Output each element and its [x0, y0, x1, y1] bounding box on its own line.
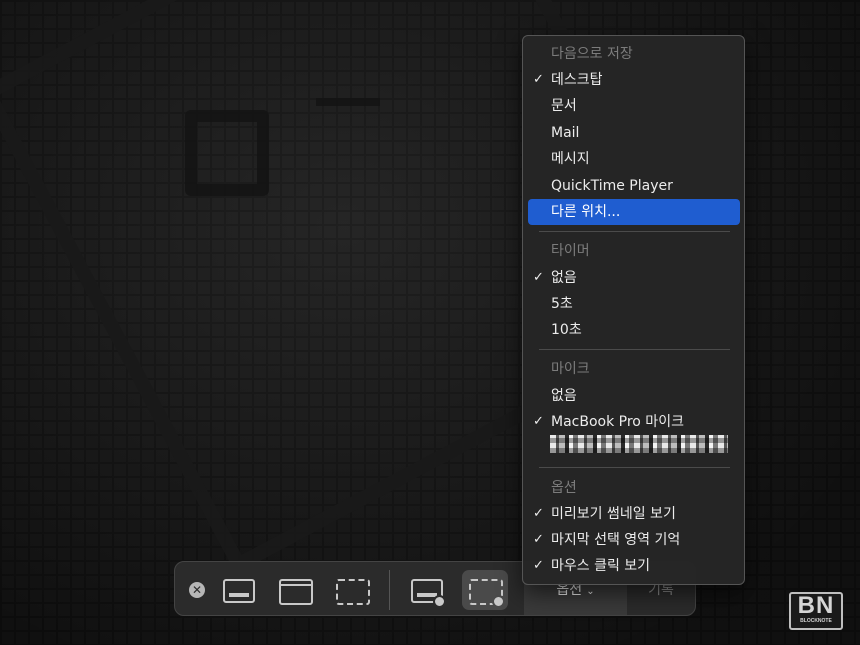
menu-item-remember-selection[interactable]: ✓ 마지막 선택 영역 기억	[528, 527, 740, 553]
record-dot-icon	[492, 595, 505, 608]
menu-header-options: 옵션	[551, 480, 577, 496]
menu-item-label: 미리보기 썸네일 보기	[551, 506, 676, 522]
checkmark-icon: ✓	[533, 506, 544, 521]
menu-item-timer-5s[interactable]: 5초	[528, 291, 740, 317]
chevron-down-icon: ⌄	[586, 586, 595, 597]
menu-divider	[539, 231, 730, 232]
screen-capture-icon	[223, 579, 255, 603]
menu-item-label: 문서	[551, 98, 577, 114]
blocknote-logo: BN BLOCKNOTE	[789, 592, 843, 630]
checkmark-icon: ✓	[533, 532, 544, 547]
options-menu: 다음으로 저장 ✓ 데스크탑 문서 Mail 메시지 QuickTime Pla…	[522, 35, 745, 585]
checkmark-icon: ✓	[533, 270, 544, 285]
menu-item-label: 메시지	[551, 151, 590, 167]
menu-divider	[539, 467, 730, 468]
menu-header-microphone: 마이크	[551, 361, 590, 377]
menu-header-save-to: 다음으로 저장	[551, 46, 633, 62]
record-entire-screen-button[interactable]	[403, 570, 449, 610]
menu-item-label: 10초	[551, 322, 582, 338]
wallpaper-shape	[316, 98, 380, 106]
menu-item-messages[interactable]: 메시지	[528, 146, 740, 172]
menu-item-mic-pixelated[interactable]	[550, 435, 728, 453]
menu-item-quicktime[interactable]: QuickTime Player	[528, 173, 740, 199]
capture-window-button[interactable]	[272, 570, 318, 610]
record-selection-button[interactable]	[462, 570, 508, 610]
menu-item-mail[interactable]: Mail	[528, 120, 740, 146]
menu-item-label: 마우스 클릭 보기	[551, 558, 651, 574]
menu-item-label: 다른 위치...	[551, 204, 621, 220]
menu-divider	[539, 349, 730, 350]
capture-entire-screen-button[interactable]	[215, 570, 261, 610]
record-dot-icon	[433, 595, 446, 608]
menu-item-mic-none[interactable]: 없음	[528, 383, 740, 409]
menu-item-label: 없음	[551, 388, 577, 404]
close-icon[interactable]: ✕	[189, 582, 205, 598]
checkmark-icon: ✓	[533, 558, 544, 573]
menu-item-show-mouse-clicks[interactable]: ✓ 마우스 클릭 보기	[528, 553, 740, 579]
checkmark-icon: ✓	[533, 72, 544, 87]
menu-item-desktop[interactable]: ✓ 데스크탑	[528, 67, 740, 93]
logo-text: BN	[797, 592, 835, 619]
menu-item-label: 없음	[551, 270, 577, 286]
menu-item-timer-10s[interactable]: 10초	[528, 317, 740, 343]
menu-item-documents[interactable]: 문서	[528, 93, 740, 119]
menu-item-label: 5초	[551, 296, 573, 312]
window-capture-icon	[279, 579, 313, 605]
menu-item-timer-none[interactable]: ✓ 없음	[528, 265, 740, 291]
menu-item-label: 데스크탑	[551, 72, 603, 88]
menu-item-label: MacBook Pro 마이크	[551, 414, 684, 430]
menu-item-label: QuickTime Player	[551, 178, 673, 194]
toolbar-divider	[389, 570, 390, 610]
menu-item-show-thumbnail[interactable]: ✓ 미리보기 썸네일 보기	[528, 501, 740, 527]
wallpaper-shape	[185, 110, 269, 196]
menu-item-label: Mail	[551, 125, 580, 141]
menu-item-mic-macbook[interactable]: ✓ MacBook Pro 마이크	[528, 409, 740, 435]
checkmark-icon: ✓	[533, 414, 544, 429]
selection-capture-icon	[336, 579, 370, 605]
menu-item-label: 마지막 선택 영역 기억	[551, 532, 681, 548]
menu-header-timer: 타이머	[551, 243, 590, 259]
menu-item-other-location[interactable]: 다른 위치...	[528, 199, 740, 225]
capture-selection-button[interactable]	[329, 570, 375, 610]
